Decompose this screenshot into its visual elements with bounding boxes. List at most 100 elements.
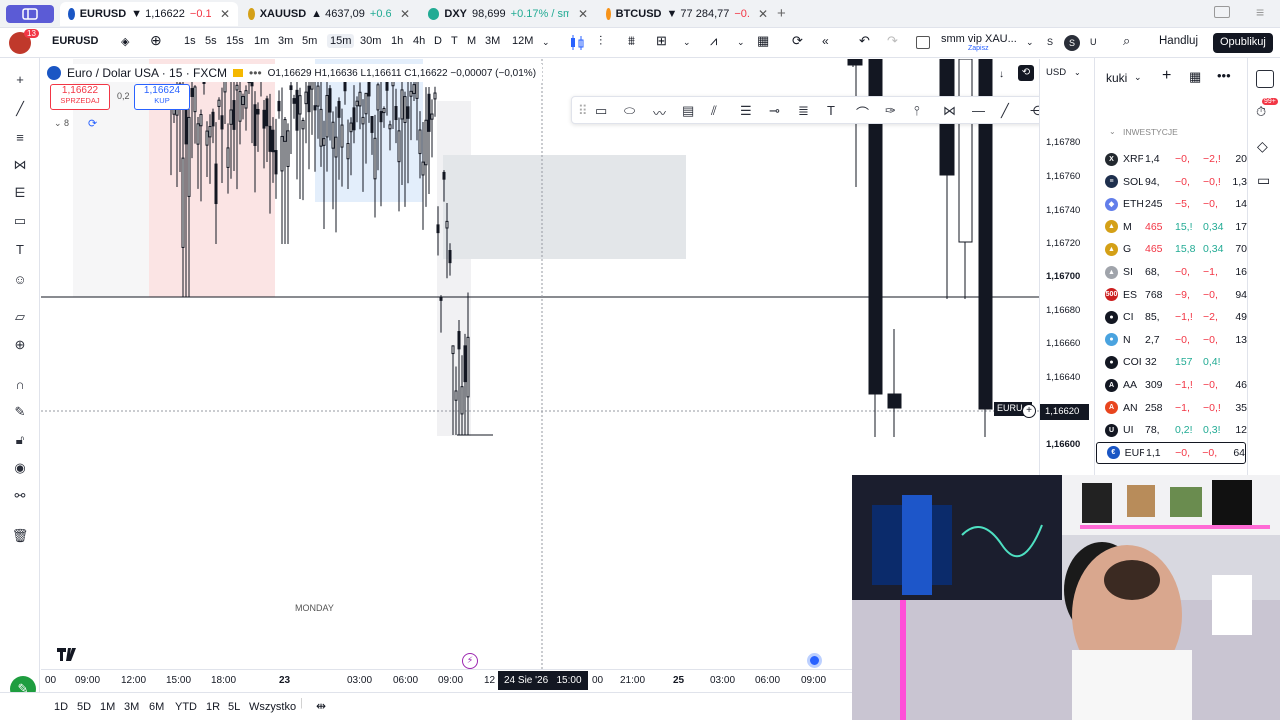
currency-select[interactable]: USD xyxy=(1046,67,1066,78)
more-icon[interactable]: ••• xyxy=(1217,68,1231,83)
replay-icon[interactable]: ⟳ xyxy=(792,33,803,49)
watchlist-row[interactable]: € EUR1,1 −0, −0, 64 xyxy=(1096,441,1246,464)
interval-4h[interactable]: 4h xyxy=(413,35,425,47)
interval-1h[interactable]: 1h xyxy=(391,35,403,47)
curve-tool-icon[interactable]: ⌒ xyxy=(856,103,869,122)
chevron-down-icon[interactable]: ⌄ xyxy=(683,37,691,48)
trend-tool-icon[interactable]: ╱ xyxy=(1001,103,1009,119)
add-alert-icon[interactable]: + xyxy=(1022,404,1036,418)
interval-d[interactable]: D xyxy=(434,35,442,47)
interval-15m[interactable]: 15m xyxy=(327,34,355,48)
fib-tool-icon[interactable]: ☰ xyxy=(740,103,752,119)
add-symbol-icon[interactable]: ⊕ xyxy=(150,32,162,49)
chevron-down-icon[interactable]: ⌄ xyxy=(1134,72,1142,83)
chevron-down-icon[interactable]: ⌄ xyxy=(737,37,745,48)
close-tab-icon[interactable]: ✕ xyxy=(220,7,230,21)
symbol-search-button[interactable]: EURUSD xyxy=(52,35,98,47)
sell-button[interactable]: 1,16622 SPRZEDAJ xyxy=(50,84,110,110)
browser-tab-btcusd[interactable]: BTCUSD ▼ 77 284,77 −0.58% ✕ xyxy=(598,2,776,26)
compare-symbol-icon[interactable]: ◈ xyxy=(121,35,129,48)
interval-3m[interactable]: 3m xyxy=(278,35,293,47)
rewind-icon[interactable]: « xyxy=(822,34,829,48)
chat-icon[interactable]: ▭ xyxy=(1257,172,1270,189)
date-range-icon[interactable]: ⇹ xyxy=(316,699,326,713)
layout-icon[interactable]: ▦ xyxy=(1189,69,1201,85)
interval-1s[interactable]: 1s xyxy=(184,35,196,47)
bar-chart-icon[interactable]: ⫶ xyxy=(599,33,602,49)
interval-5s[interactable]: 5s xyxy=(205,35,217,47)
magnet-icon[interactable]: ∩ xyxy=(11,375,29,393)
event-lightning-icon[interactable]: ⚡︎ xyxy=(462,653,478,669)
trendline-icon[interactable]: ╱ xyxy=(11,100,29,118)
emoji-icon[interactable]: ☺ xyxy=(11,270,29,288)
trash-icon[interactable]: 🗑︎ xyxy=(11,527,29,545)
add-symbol-icon[interactable]: + xyxy=(1162,67,1171,85)
publish-button[interactable]: Opublikuj xyxy=(1213,33,1273,53)
watchlist-name[interactable]: kuki xyxy=(1106,71,1127,85)
crosshair-icon[interactable]: + xyxy=(11,70,29,88)
watchlist-row[interactable]: ≡ SOL 94, −0, −0,! 1,3 xyxy=(1095,171,1247,193)
path-tool-icon[interactable]: 〰 xyxy=(653,103,666,122)
candles-icon[interactable] xyxy=(568,35,586,51)
range-5d[interactable]: 5D xyxy=(77,701,91,713)
watchlist-row[interactable]: ▲ G 465 15,8 0,34 70 xyxy=(1095,238,1247,260)
shapes-icon[interactable]: ▭ xyxy=(11,212,29,230)
watchlist-row[interactable]: ▲ SI 68, −0, −1, 16 xyxy=(1095,261,1247,283)
watchlist-row[interactable]: X XRP 1,4 −0, −2,! 20 xyxy=(1095,148,1247,170)
watchlist-icon[interactable] xyxy=(1256,70,1274,88)
eye-icon[interactable]: ◉ xyxy=(11,459,29,477)
interval-30m[interactable]: 30m xyxy=(360,35,381,47)
indicators-icon[interactable]: ⩩ xyxy=(628,33,635,49)
interval-12m[interactable]: 12M xyxy=(512,35,533,47)
pattern-icon[interactable]: ⋈ xyxy=(11,156,29,174)
window-icon[interactable] xyxy=(1214,6,1230,18)
sidebar-toggle-button[interactable] xyxy=(6,5,54,23)
marker-tool-icon[interactable]: ✑ xyxy=(885,103,896,119)
undo-icon[interactable]: ↶ xyxy=(859,33,870,49)
range-ytd[interactable]: YTD xyxy=(175,701,197,713)
browser-tab-dxy[interactable]: DXY 98,699 +0.17% / sm ✕ xyxy=(420,2,596,26)
pattern-tool-icon[interactable]: ⋈ xyxy=(943,103,956,119)
close-tab-icon[interactable]: ✕ xyxy=(400,7,410,21)
watchlist-row[interactable]: A AN 258 −1, −0,! 35 xyxy=(1095,397,1247,419)
chevron-down-icon[interactable]: ⌄ xyxy=(542,37,550,48)
pencil-lock-icon[interactable]: ✎ xyxy=(11,403,29,421)
new-tab-icon[interactable]: + xyxy=(777,5,786,22)
indicators-toggle[interactable]: ⌄ 8 xyxy=(54,118,69,129)
close-tab-icon[interactable]: ✕ xyxy=(758,7,768,21)
watchlist-row[interactable]: ● COI 32 157 0,4! xyxy=(1095,351,1247,373)
vertical-line-icon[interactable]: ⫯ xyxy=(914,103,920,119)
interval-1m[interactable]: 1m xyxy=(254,35,269,47)
templates-icon[interactable]: ⊞ xyxy=(656,33,667,49)
lock-icon[interactable]: 🔓︎ xyxy=(11,431,29,449)
text-tool-icon[interactable]: T xyxy=(827,103,835,118)
interval-3m-month[interactable]: 3M xyxy=(485,35,500,47)
buy-button[interactable]: 1,16624 KUP xyxy=(134,84,190,110)
brush-tool-icon[interactable]: ⫽ xyxy=(711,103,717,119)
watchlist-row[interactable]: ● N 2,7 −0, −0, 13 xyxy=(1095,329,1247,351)
section-chevron-icon[interactable]: ⌄ xyxy=(1109,127,1116,136)
forecast-icon[interactable]: ⋿ xyxy=(11,184,29,202)
range-1d[interactable]: 1D xyxy=(54,701,68,713)
layout-save-icon[interactable] xyxy=(916,36,930,49)
redo-icon[interactable]: ↷ xyxy=(887,33,898,49)
watchlist-row[interactable]: ● CI 85, −1,! −2, 49 xyxy=(1095,306,1247,328)
watchlist-row[interactable]: ◆ ETH 245 −5, −0, 14 xyxy=(1095,193,1247,215)
lines-tool-icon[interactable]: ≣ xyxy=(798,103,809,119)
chevron-down-icon[interactable]: ⌄ xyxy=(1074,68,1081,77)
horizontal-ray-icon[interactable]: ⊸ xyxy=(769,103,780,119)
range-3m[interactable]: 3M xyxy=(124,701,139,713)
close-tab-icon[interactable]: ✕ xyxy=(578,7,588,21)
user-avatar[interactable]: S xyxy=(1064,35,1080,51)
range-5y[interactable]: 5L xyxy=(228,701,240,713)
watchlist-row[interactable]: A AA 309 −1,! −0, 46 xyxy=(1095,374,1247,396)
trade-button[interactable]: Handluj xyxy=(1159,35,1198,47)
arrow-down-icon[interactable]: ↓ xyxy=(999,69,1004,80)
economic-event-icon[interactable] xyxy=(807,653,822,668)
text-icon[interactable]: T xyxy=(11,240,29,258)
interval-5m[interactable]: 5m xyxy=(302,35,317,47)
range-1y[interactable]: 1R xyxy=(206,701,220,713)
sync-icon[interactable]: ⟲ xyxy=(1018,65,1034,81)
interval-m[interactable]: M xyxy=(467,35,476,47)
ellipse-tool-icon[interactable]: ⬭ xyxy=(624,103,635,119)
